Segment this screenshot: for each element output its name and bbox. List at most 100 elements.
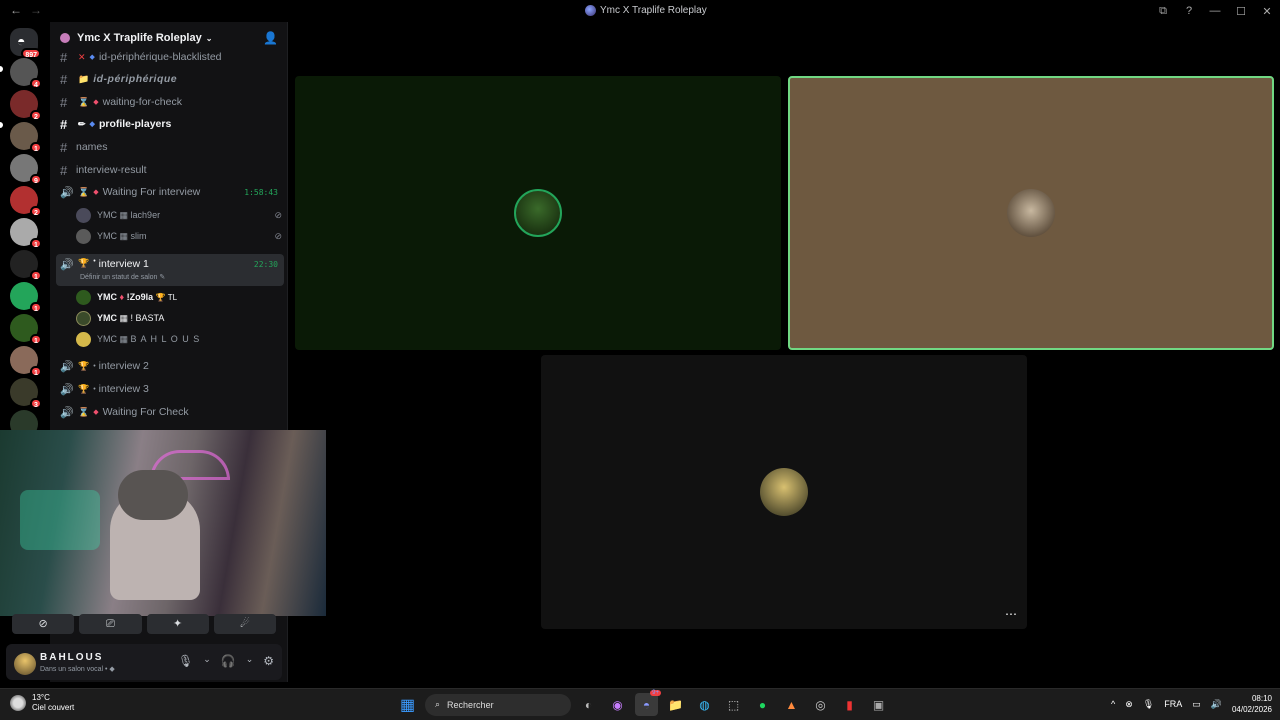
forward-arrow-icon[interactable]: → bbox=[30, 3, 42, 17]
channel-item[interactable]: # ⌛ ◆ waiting-for-check bbox=[56, 92, 284, 112]
channel-item[interactable]: # interview-result bbox=[56, 160, 284, 180]
user-prefix: YMC bbox=[97, 292, 117, 302]
server-icon[interactable]: 1 bbox=[10, 250, 42, 281]
channel-name: profile-players bbox=[98, 118, 172, 130]
time: 08:10 bbox=[1251, 694, 1272, 703]
screen-share-button[interactable]: ⎚ bbox=[79, 614, 142, 634]
camera-off-button[interactable]: ⊘ bbox=[12, 614, 75, 634]
app-icon[interactable]: ▲ bbox=[780, 693, 803, 716]
app-icon[interactable]: ▣ bbox=[867, 693, 890, 716]
microphone-icon[interactable]: 🎙 bbox=[1143, 699, 1154, 710]
spotify-icon[interactable]: ● bbox=[751, 693, 774, 716]
discord-taskbar-icon[interactable]: ◓ 9+ bbox=[635, 690, 661, 716]
server-icon[interactable]: 2 bbox=[10, 186, 42, 217]
server-icon[interactable]: 4 bbox=[10, 58, 42, 89]
server-icon[interactable]: 9 bbox=[10, 154, 42, 185]
language-indicator[interactable]: FRA bbox=[1164, 699, 1182, 709]
file-explorer-icon[interactable]: 📁 bbox=[664, 693, 687, 716]
server-icon[interactable]: 1 bbox=[10, 218, 42, 249]
microphone-icon[interactable]: 🎙 bbox=[178, 654, 193, 668]
display-icon[interactable]: ▭ bbox=[1192, 699, 1201, 710]
voice-timer: 22:30 bbox=[253, 260, 278, 269]
back-arrow-icon[interactable]: ← bbox=[10, 3, 22, 17]
server-logo-icon bbox=[585, 5, 596, 16]
user-name: !Zo9la bbox=[126, 292, 154, 302]
server-badge: 1 bbox=[30, 302, 42, 313]
soundboard-button[interactable]: ☄ bbox=[213, 614, 276, 634]
voice-user[interactable]: YMC ♦ !Zo9la 🏆 TL bbox=[76, 287, 276, 307]
webcam-overlay bbox=[0, 430, 326, 616]
more-options-icon[interactable]: ⋯ bbox=[1005, 607, 1017, 621]
activities-button[interactable]: ✦ bbox=[146, 614, 209, 634]
server-badge: 1 bbox=[30, 366, 42, 377]
server-icon[interactable]: 3 bbox=[10, 378, 42, 409]
hash-icon: # bbox=[60, 139, 68, 155]
server-icon[interactable]: 1 bbox=[10, 282, 42, 313]
copilot-icon[interactable]: ◉ bbox=[606, 693, 629, 716]
voice-channel-item-selected[interactable]: 🔊 🏆 • interview 1 22:30 Définir un statu… bbox=[56, 254, 284, 286]
voice-user[interactable]: YMC ▦ lach9er ⊘ bbox=[76, 205, 282, 225]
participant-tile[interactable] bbox=[295, 76, 781, 350]
avatar[interactable] bbox=[14, 653, 36, 675]
diamond-icon: ♦ bbox=[119, 292, 125, 302]
clock[interactable]: 08:10 04/02/2026 bbox=[1232, 693, 1272, 715]
network-icon[interactable]: ⊗ bbox=[1125, 699, 1133, 710]
help-icon[interactable]: ? bbox=[1176, 5, 1202, 17]
app-icon[interactable]: ◎ bbox=[809, 693, 832, 716]
pencil-icon: ✏ bbox=[78, 118, 86, 129]
temperature: 13°C bbox=[32, 693, 50, 702]
store-icon[interactable]: ⬚ bbox=[722, 693, 745, 716]
tray-chevron-icon[interactable]: ^ bbox=[1111, 699, 1115, 709]
hourglass-icon: ⌛ bbox=[78, 406, 90, 417]
channel-item[interactable]: # 📁 id-périphérique bbox=[56, 69, 284, 89]
voice-user[interactable]: YMC ▦ slim ⊘ bbox=[76, 226, 282, 246]
channel-status-text[interactable]: Définir un statut de salon ✎ bbox=[80, 273, 165, 281]
voice-controls: ⊘ ⎚ ✦ ☄ bbox=[6, 614, 282, 638]
voice-channel-item[interactable]: 🔊 🏆 • interview 3 bbox=[56, 379, 284, 399]
speaker-icon: 🔊 bbox=[60, 186, 74, 199]
channel-item[interactable]: # names bbox=[56, 137, 284, 157]
app-icon[interactable]: ▮ bbox=[838, 693, 861, 716]
voice-timer: 1:58:43 bbox=[244, 187, 278, 197]
voice-channel-item[interactable]: 🔊 🏆 • interview 2 bbox=[56, 356, 284, 376]
discord-home-icon[interactable]: ◓ 897 bbox=[10, 28, 41, 59]
server-icon[interactable]: 2 bbox=[10, 90, 42, 121]
user-prefix: YMC bbox=[97, 334, 117, 344]
chevron-down-icon[interactable]: ⌄ bbox=[203, 654, 211, 668]
channel-name: interview 3 bbox=[98, 383, 149, 395]
channel-item[interactable]: # ✕ ◆ id-périphérique-blacklisted bbox=[56, 47, 284, 67]
invite-people-icon[interactable]: 👤 bbox=[263, 31, 278, 45]
muted-mic-icon: ⊘ bbox=[274, 209, 282, 220]
participant-tile-speaking[interactable] bbox=[788, 76, 1274, 350]
voice-channel-item[interactable]: 🔊 ⌛ ◆ Waiting For Check bbox=[56, 402, 284, 422]
server-icon[interactable]: 1 bbox=[10, 122, 42, 153]
minimize-icon[interactable]: — bbox=[1202, 5, 1228, 17]
maximize-icon[interactable]: ☐ bbox=[1228, 5, 1254, 18]
server-badge: 2 bbox=[30, 110, 42, 121]
server-icon[interactable]: 1 bbox=[10, 314, 42, 345]
hash-icon: # bbox=[60, 116, 68, 132]
headphones-icon[interactable]: 🎧 bbox=[221, 654, 236, 668]
chevron-down-icon[interactable]: ⌄ bbox=[246, 654, 254, 668]
voice-channel-item[interactable]: 🔊 ⌛ ◆ Waiting For interview 1:58:43 bbox=[56, 182, 284, 202]
close-icon[interactable]: ✕ bbox=[1254, 5, 1280, 18]
avatar bbox=[76, 289, 91, 305]
channel-item[interactable]: # ✏ ◆ profile-players bbox=[56, 114, 284, 134]
channel-name: Waiting For interview bbox=[102, 186, 201, 198]
voice-user[interactable]: YMC ▦ B A H L O U S bbox=[76, 329, 276, 349]
user-name: slim bbox=[130, 231, 147, 241]
windows-taskbar: 13°C Ciel couvert ▦ ⌕ Rechercher ◐ ◉ ◓ 9+… bbox=[0, 688, 1280, 720]
participant-tile[interactable]: ⋯ bbox=[541, 355, 1027, 629]
server-badge: 1 bbox=[30, 142, 42, 153]
server-badge: 4 bbox=[30, 78, 42, 89]
weather-widget[interactable]: 13°C Ciel couvert bbox=[10, 693, 74, 713]
search-box[interactable]: ⌕ Rechercher bbox=[425, 693, 571, 716]
inbox-icon[interactable]: ⧉ bbox=[1150, 5, 1176, 18]
edge-icon[interactable]: ◍ bbox=[693, 693, 716, 716]
windows-start-icon[interactable]: ▦ bbox=[396, 693, 419, 716]
settings-gear-icon[interactable]: ⚙ bbox=[263, 654, 274, 668]
server-icon[interactable]: 1 bbox=[10, 346, 42, 377]
voice-user[interactable]: YMC ▦ ! BASTA bbox=[76, 308, 276, 328]
volume-icon[interactable]: 🔊 bbox=[1211, 699, 1222, 710]
task-view-icon[interactable]: ◐ bbox=[577, 693, 600, 716]
